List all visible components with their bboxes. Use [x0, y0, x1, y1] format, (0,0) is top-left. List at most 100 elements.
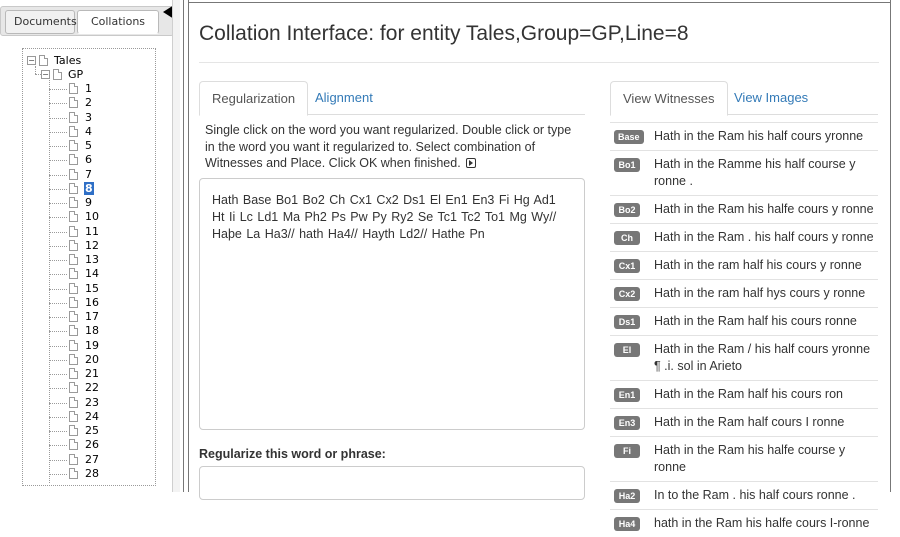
- tree-node-label: 2: [85, 96, 92, 110]
- tree-node-label: 3: [85, 110, 92, 124]
- tree-connector: [49, 302, 67, 304]
- document-icon: [69, 382, 78, 394]
- document-icon: [69, 225, 78, 237]
- tree-node-line[interactable]: 28: [69, 467, 100, 481]
- tree-node-line[interactable]: 4: [69, 125, 93, 139]
- tree-node-line[interactable]: 13: [69, 253, 100, 267]
- witness-row[interactable]: El Hath in the Ram / his half cours yronn…: [610, 335, 878, 380]
- witness-row[interactable]: Cx2 Hath in the ram half hys cours y ronn…: [610, 279, 878, 307]
- tree-node-line[interactable]: 27: [69, 453, 100, 467]
- tree-node-line[interactable]: 12: [69, 239, 100, 253]
- panel-splitter[interactable]: [183, 0, 189, 492]
- witness-line-text: In to the Ram . his half cours ronne .: [654, 488, 856, 502]
- witness-siglum-badge: En1: [614, 388, 640, 402]
- tree-node-label: 26: [85, 438, 99, 452]
- witness-row[interactable]: Ds1 Hath in the Ram half his cours ronne: [610, 307, 878, 335]
- witness-row[interactable]: Ha2 In to the Ram . his half cours ronne …: [610, 481, 878, 509]
- witness-row[interactable]: Ha4 hath in the Ram his halfe cours I-ron…: [610, 509, 878, 537]
- tab-collations[interactable]: Collations: [77, 10, 159, 34]
- witness-siglum-badge: Bo2: [614, 203, 640, 217]
- witness-line-text: Hath in the Ram . his half cours y ronne: [654, 230, 874, 244]
- tree-node-line[interactable]: 14: [69, 267, 100, 281]
- tree-node-gp[interactable]: − GP: [41, 68, 83, 82]
- window-top-border: [189, 0, 890, 3]
- tree-node-line[interactable]: 9: [69, 196, 93, 210]
- collapse-icon[interactable]: −: [27, 56, 36, 65]
- title-divider: [199, 62, 879, 63]
- tree-node-line[interactable]: 22: [69, 381, 100, 395]
- tree-connector: [49, 260, 67, 261]
- tab-alignment[interactable]: Alignment: [303, 81, 385, 115]
- tree-node-label: 14: [85, 267, 99, 281]
- tree-node-line[interactable]: 2: [69, 96, 93, 110]
- witness-row[interactable]: Ch Hath in the Ram . his half cours y ron…: [610, 223, 878, 251]
- tree-connector: [49, 203, 67, 204]
- tree-connector: [49, 288, 67, 290]
- tree-node-line[interactable]: 11: [69, 225, 100, 239]
- tree-node-label: 19: [85, 338, 99, 352]
- tree-node-line[interactable]: 25: [69, 424, 100, 438]
- tree-node-line[interactable]: 3: [69, 111, 93, 125]
- tree-node-line[interactable]: 7: [69, 168, 93, 182]
- tab-view-witnesses[interactable]: View Witnesses: [610, 81, 728, 116]
- sidebar-tabbar: Documents Collations: [0, 6, 174, 36]
- tree-node-line[interactable]: 16: [69, 296, 100, 310]
- tree-node-label: 8: [84, 181, 94, 195]
- tree-node-line[interactable]: 5: [69, 139, 93, 153]
- witness-line-text: Hath in the Ram / his half cours yronne …: [654, 342, 871, 373]
- tab-view-images[interactable]: View Images: [722, 81, 820, 115]
- collapse-icon[interactable]: −: [41, 70, 50, 79]
- tree-node-label: Tales: [54, 54, 82, 67]
- tree-connector: [49, 160, 67, 162]
- tab-documents[interactable]: Documents: [5, 10, 77, 34]
- tree-node-line[interactable]: 20: [69, 353, 100, 367]
- tree-node-tales[interactable]: − Tales: [27, 54, 81, 68]
- tree-node-line[interactable]: 24: [69, 410, 100, 424]
- witness-row[interactable]: Base Hath in the Ram his half cours yronn…: [610, 122, 878, 150]
- tree-node-line[interactable]: 17: [69, 310, 100, 324]
- document-icon: [69, 268, 78, 280]
- tree-node-label: 10: [85, 210, 99, 224]
- tree-connector: [49, 459, 67, 461]
- document-icon: [69, 182, 78, 194]
- document-icon: [69, 467, 78, 479]
- tree-connector: [49, 274, 67, 276]
- witness-row[interactable]: Bo1 Hath in the Ramme his half course y r…: [610, 150, 878, 195]
- tree-node-line[interactable]: 26: [69, 438, 100, 452]
- tab-regularization[interactable]: Regularization: [199, 81, 309, 116]
- regularize-input[interactable]: [199, 466, 585, 500]
- tree-node-line[interactable]: 1: [69, 82, 93, 96]
- document-icon: [69, 83, 78, 94]
- witness-row[interactable]: Cx1 Hath in the ram half his cours y ronn…: [610, 251, 878, 279]
- witness-row[interactable]: En3 Hath in the Ram half cours I ronne: [610, 408, 878, 436]
- tree-node-line[interactable]: 10: [69, 210, 100, 224]
- document-icon: [69, 125, 78, 137]
- tree-node-line[interactable]: 8: [69, 181, 94, 196]
- tree-node-line[interactable]: 21: [69, 367, 100, 381]
- tree-node-line[interactable]: 23: [69, 396, 100, 410]
- play-icon[interactable]: [466, 158, 477, 168]
- tree-connector: [49, 331, 67, 333]
- tree-connector: [49, 473, 67, 475]
- tree-connector: [49, 188, 67, 190]
- tree-node-line[interactable]: 6: [69, 153, 93, 167]
- witness-row[interactable]: Bo2 Hath in the Ram his halfe cours y ron…: [610, 195, 878, 223]
- tree-connector: [49, 402, 67, 404]
- document-icon: [69, 197, 78, 208]
- regularize-label: Regularize this word or phrase:: [199, 447, 386, 461]
- witness-row[interactable]: En1 Hath in the Ram half his cours ron: [610, 380, 878, 408]
- tree-node-line[interactable]: 15: [69, 282, 100, 296]
- tree-node-label: 12: [85, 238, 99, 252]
- witness-line-text: Hath in the Ram his halfe cours y ronne: [654, 202, 874, 216]
- document-icon: [69, 97, 78, 109]
- witness-text-box[interactable]: Hath Base Bo1 Bo2 Ch Cx1 Cx2 Ds1 El En1 …: [199, 178, 585, 430]
- sidebar-scrollbar[interactable]: [172, 0, 180, 492]
- tree-node-label: 20: [85, 352, 99, 366]
- tree-guide-line: [49, 80, 50, 483]
- tree-connector: [49, 117, 67, 119]
- witness-siglum-badge: En3: [614, 416, 640, 430]
- witness-row[interactable]: Fi Hath in the Ram his halfe course y ron…: [610, 436, 878, 481]
- witness-siglum-badge: Ds1: [614, 315, 640, 329]
- tree-node-line[interactable]: 19: [69, 339, 100, 353]
- tree-node-line[interactable]: 18: [69, 324, 100, 338]
